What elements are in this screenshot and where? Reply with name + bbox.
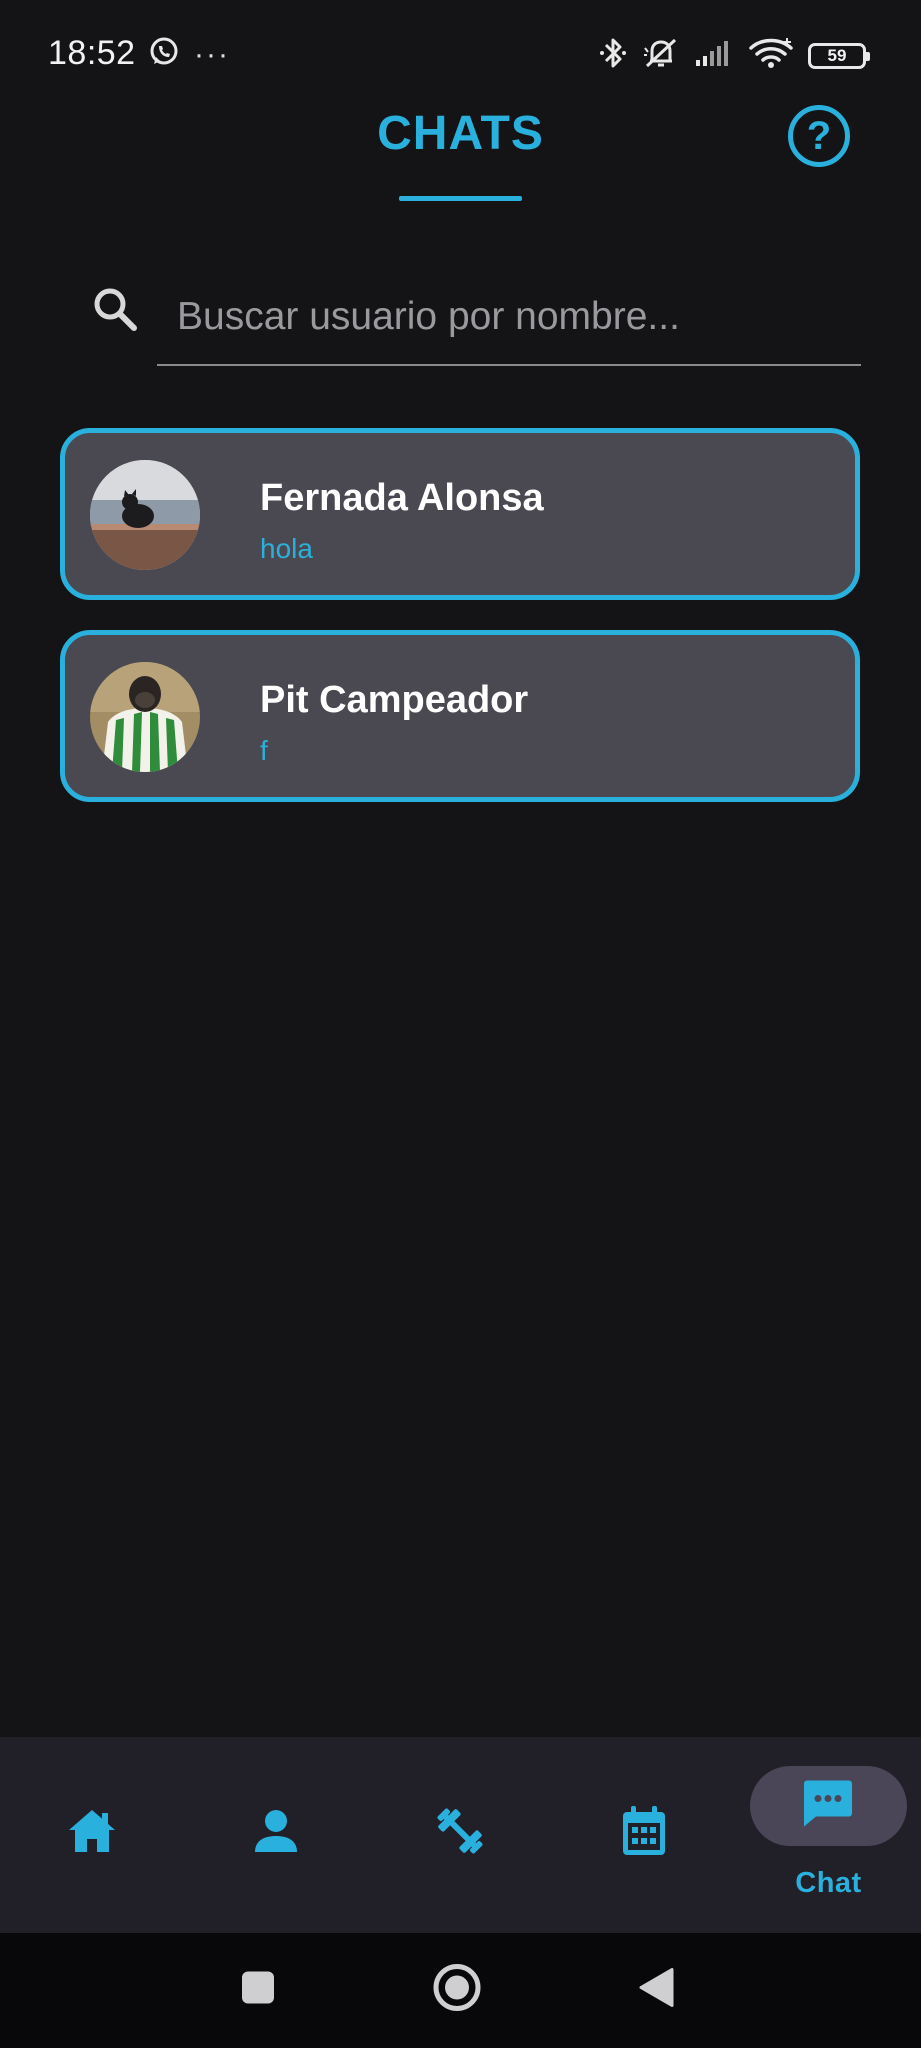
calendar-icon bbox=[621, 1805, 667, 1857]
bell-off-icon bbox=[642, 36, 680, 75]
avatar bbox=[90, 662, 200, 772]
nav-item-profile[interactable] bbox=[184, 1737, 368, 1933]
chat-last-message: hola bbox=[260, 533, 313, 564]
chat-name: Pit Campeador bbox=[260, 679, 529, 721]
help-icon: ? bbox=[806, 113, 832, 158]
person-icon bbox=[253, 1808, 299, 1854]
bluetooth-icon bbox=[598, 36, 628, 75]
dumbbell-icon bbox=[433, 1804, 487, 1858]
battery-level: 59 bbox=[827, 45, 847, 65]
chat-icon[interactable] bbox=[802, 1779, 854, 1834]
avatar bbox=[90, 460, 200, 570]
system-nav-bar bbox=[0, 1933, 921, 2048]
nav-label-chat: Chat bbox=[795, 1867, 862, 1899]
signal-icon bbox=[694, 38, 734, 73]
search-input[interactable] bbox=[157, 270, 861, 366]
home-icon bbox=[66, 1807, 118, 1855]
bottom-nav: Chat bbox=[0, 1737, 921, 1933]
wifi-icon bbox=[748, 36, 794, 75]
home-button[interactable] bbox=[432, 1963, 482, 2018]
chat-list-item[interactable]: Pit Campeador f bbox=[60, 630, 860, 802]
status-bar: 18:52 ··· 59 bbox=[0, 0, 921, 100]
nav-item-home[interactable] bbox=[0, 1737, 184, 1933]
chat-last-message: f bbox=[260, 735, 268, 766]
chat-list-item[interactable]: Fernada Alonsa hola bbox=[60, 428, 860, 600]
status-time: 18:52 bbox=[48, 34, 136, 72]
whatsapp-icon bbox=[148, 36, 180, 73]
back-button[interactable] bbox=[638, 1967, 676, 2014]
page-title: CHATS bbox=[377, 107, 544, 160]
more-notifications-icon: ··· bbox=[194, 37, 230, 71]
recents-button[interactable] bbox=[240, 1970, 276, 2011]
chat-name: Fernada Alonsa bbox=[260, 477, 544, 519]
search-icon bbox=[92, 286, 138, 337]
help-button[interactable]: ? bbox=[788, 105, 850, 167]
battery-icon: 59 bbox=[808, 42, 870, 69]
title-underline bbox=[399, 196, 522, 201]
nav-item-calendar[interactable] bbox=[552, 1737, 736, 1933]
nav-item-workouts[interactable] bbox=[368, 1737, 552, 1933]
